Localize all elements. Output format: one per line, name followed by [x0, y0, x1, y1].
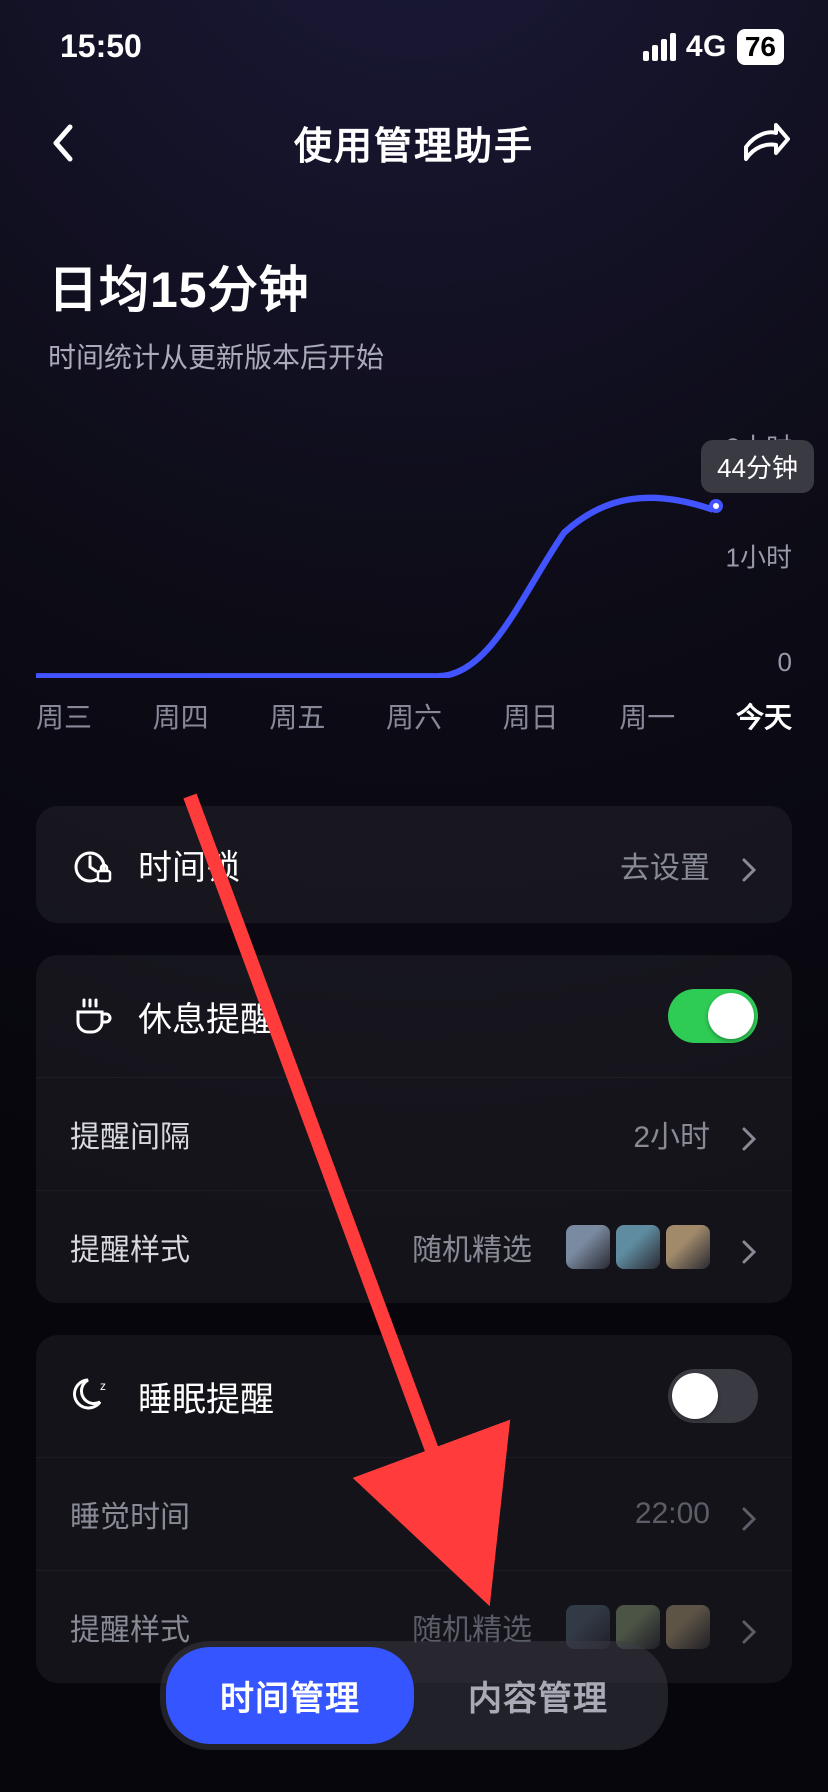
- rest-reminder-row: 休息提醒: [36, 955, 792, 1077]
- rest-style-label: 提醒样式: [70, 1225, 388, 1269]
- chevron-right-icon: [740, 1505, 758, 1523]
- chart-highlight-dot: [709, 499, 723, 513]
- chevron-left-icon: [50, 123, 74, 163]
- rest-style-row[interactable]: 提醒样式 随机精选: [36, 1190, 792, 1303]
- day-label[interactable]: 周四: [153, 696, 209, 736]
- battery-badge: 76: [737, 29, 784, 65]
- status-time: 15:50: [60, 28, 142, 65]
- rest-reminder-card: 休息提醒 提醒间隔 2小时 提醒样式 随机精选: [36, 955, 792, 1303]
- style-thumb: [666, 1225, 710, 1269]
- timelock-action: 去设置: [620, 843, 710, 887]
- summary: 日均15分钟 时间统计从更新版本后开始: [0, 170, 828, 376]
- page-title: 使用管理助手: [294, 115, 534, 170]
- summary-heading: 日均15分钟: [48, 250, 780, 322]
- rest-style-thumbs: [566, 1225, 710, 1269]
- day-label[interactable]: 周日: [503, 696, 559, 736]
- chevron-right-icon: [740, 856, 758, 874]
- sleep-reminder-label: 睡眠提醒: [138, 1372, 644, 1421]
- chart-x-axis: 周三 周四 周五 周六 周日 周一 今天: [36, 696, 792, 736]
- share-arrow-icon: [742, 123, 790, 163]
- sleep-time-value: 22:00: [635, 1497, 710, 1531]
- chart-ytick-0: 0: [778, 647, 792, 678]
- share-button[interactable]: [740, 117, 792, 169]
- sleep-time-label: 睡觉时间: [70, 1492, 611, 1536]
- signal-icon: [643, 33, 676, 61]
- settings-cards: 时间锁 去设置 休息提醒 提醒间隔 2小时 提醒样式 随机精选: [0, 736, 828, 1683]
- status-bar: 15:50 4G 76: [0, 0, 828, 65]
- timelock-label: 时间锁: [138, 840, 596, 889]
- sleep-reminder-toggle[interactable]: [668, 1369, 758, 1423]
- chart-ytick-1h: 1小时: [726, 538, 792, 575]
- svg-text:z: z: [100, 1379, 106, 1393]
- sleep-reminder-row: z 睡眠提醒: [36, 1335, 792, 1457]
- rest-reminder-label: 休息提醒: [138, 992, 644, 1041]
- sleep-time-row[interactable]: 睡觉时间 22:00: [36, 1457, 792, 1570]
- rest-interval-value: 2小时: [633, 1112, 710, 1156]
- day-label-today[interactable]: 今天: [736, 696, 792, 736]
- coffee-icon: [70, 994, 114, 1038]
- stopwatch-lock-icon: [70, 843, 114, 887]
- sleep-reminder-card: z 睡眠提醒 睡觉时间 22:00 提醒样式 随机精选: [36, 1335, 792, 1683]
- rest-style-value: 随机精选: [412, 1225, 532, 1269]
- chevron-right-icon: [740, 1238, 758, 1256]
- rest-interval-row[interactable]: 提醒间隔 2小时: [36, 1077, 792, 1190]
- tab-content-management[interactable]: 内容管理: [414, 1647, 662, 1744]
- day-label[interactable]: 周三: [36, 696, 92, 736]
- rest-interval-label: 提醒间隔: [70, 1112, 609, 1156]
- day-label[interactable]: 周五: [269, 696, 325, 736]
- summary-note: 时间统计从更新版本后开始: [48, 336, 780, 376]
- chevron-right-icon: [740, 1125, 758, 1143]
- status-right: 4G 76: [643, 29, 784, 65]
- chevron-right-icon: [740, 1618, 758, 1636]
- timelock-row[interactable]: 时间锁 去设置: [36, 806, 792, 923]
- network-label: 4G: [686, 30, 727, 64]
- rest-reminder-toggle[interactable]: [668, 989, 758, 1043]
- usage-chart: 2小时 1小时 0 44分钟: [36, 446, 792, 666]
- chart-line-path: [36, 446, 712, 678]
- style-thumb: [616, 1225, 660, 1269]
- nav-header: 使用管理助手: [0, 65, 828, 170]
- segmented-control: 时间管理 内容管理: [0, 1641, 828, 1750]
- back-button[interactable]: [36, 117, 88, 169]
- day-label[interactable]: 周一: [619, 696, 675, 736]
- day-label[interactable]: 周六: [386, 696, 442, 736]
- moon-icon: z: [70, 1374, 114, 1418]
- style-thumb: [566, 1225, 610, 1269]
- tab-time-management[interactable]: 时间管理: [166, 1647, 414, 1744]
- chart-tooltip: 44分钟: [701, 440, 814, 493]
- timelock-card: 时间锁 去设置: [36, 806, 792, 923]
